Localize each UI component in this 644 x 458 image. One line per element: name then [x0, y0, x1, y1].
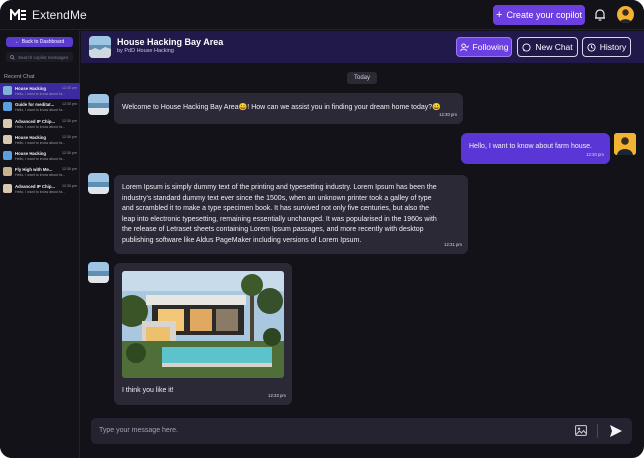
message-text: Lorem Ipsum is simply dummy text of the …: [122, 183, 437, 246]
recent-chat-item[interactable]: Fly High with Me... Hello, I want to know…: [0, 164, 80, 180]
bot-avatar: [88, 173, 109, 194]
create-copilot-button[interactable]: + Create your copilot: [493, 5, 585, 25]
history-label: History: [599, 42, 627, 52]
message-input[interactable]: Type your message here.: [99, 427, 178, 434]
chat-item-title: Advanced IP Chip...: [15, 118, 56, 124]
message-line: Lorem Ipsum is simply dummy text of the …: [122, 184, 437, 191]
chat-item-time: 12:30 pm: [62, 86, 77, 90]
message-composer: Type your message here.: [91, 418, 632, 444]
image-attach-icon[interactable]: [575, 425, 587, 436]
chat-item-title: Fly High with Me...: [15, 167, 53, 173]
chat-item-preview: Hello, I want to know about fa...: [15, 189, 66, 194]
recent-chat-label: Recent Chat: [4, 74, 35, 80]
message-time: 12:33 pm: [268, 392, 286, 398]
recent-chat-item[interactable]: Advanced IP Chip... Hello, I want to know…: [0, 116, 80, 132]
following-button[interactable]: Following: [456, 37, 512, 57]
chat-thumbnail: [3, 86, 12, 95]
recent-chat-item[interactable]: Guide for meditat... Hello, I want to kno…: [0, 99, 80, 115]
message-time: 12:31 pm: [444, 241, 462, 247]
create-copilot-label: Create your copilot: [506, 10, 582, 20]
chat-item-time: 12:30 pm: [62, 167, 77, 172]
message-line: and scrambled it to make a type specimen…: [122, 205, 429, 212]
house-image[interactable]: [122, 271, 284, 378]
chat-thumbnail: [3, 183, 12, 193]
message-text: Welcome to House Hacking Bay Area😀! How …: [122, 104, 441, 111]
copilot-avatar: [89, 36, 111, 58]
chat-subtitle: by PdD House Hacking: [117, 48, 174, 54]
chat-item-time: 12:30 pm: [62, 183, 77, 188]
message-time: 12:30 pm: [439, 111, 457, 117]
back-to-dashboard-button[interactable]: ← Back to Dashboard: [6, 37, 73, 47]
message-text: Hello, I want to know about farm house.: [469, 143, 592, 150]
user-avatar[interactable]: [617, 6, 634, 23]
recent-chat-item[interactable]: House Hacking Hello, I want to know about…: [0, 132, 80, 148]
recent-chat-item[interactable]: Advanced IP Chip... Hello, I want to know…: [0, 181, 80, 197]
chat-item-preview: Hello, I want to know about fa...: [15, 157, 66, 162]
chat-item-title: Advanced IP Chip...: [15, 183, 56, 189]
following-icon: [459, 42, 469, 51]
chat-item-preview: Hello, I want to know about fa...: [15, 92, 66, 96]
message-line: leap into electronic typesetting, remain…: [122, 215, 437, 223]
following-label: Following: [472, 42, 509, 52]
chat-item-preview: Hello, I want to know about fa...: [15, 124, 66, 129]
back-arrow-icon: ←: [14, 39, 20, 45]
chat-thumbnail: [3, 134, 12, 144]
history-icon: [587, 42, 596, 52]
date-divider: Today: [347, 72, 377, 84]
bot-message: Welcome to House Hacking Bay Area😀! How …: [114, 93, 463, 124]
back-to-dashboard-label: Back to Dashboard: [21, 39, 65, 45]
message-line: the release of Letraset sheets containin…: [122, 226, 424, 233]
bot-avatar: [88, 262, 109, 283]
chat-item-time: 12:30 pm: [62, 151, 77, 156]
search-icon: [10, 54, 15, 60]
user-message-avatar: [614, 133, 636, 155]
chat-thumbnail: [3, 151, 12, 161]
chat-item-time: 12:30 pm: [62, 118, 77, 123]
plus-icon: +: [496, 8, 503, 21]
chat-thumbnail: [3, 102, 12, 112]
chat-item-preview: Hello, I want to know about fa...: [15, 108, 66, 113]
composer-divider: [597, 424, 598, 438]
sidebar-search-input[interactable]: Search copilot messages: [18, 55, 68, 60]
extendme-logo-icon: [10, 9, 26, 20]
history-button[interactable]: History: [582, 37, 631, 57]
user-message: Hello, I want to know about farm house. …: [461, 133, 610, 164]
avatar-person-icon: [619, 9, 632, 23]
new-chat-label: New Chat: [535, 42, 573, 52]
sidebar: ← Back to Dashboard Search copilot messa…: [0, 31, 80, 458]
chat-item-preview: Hello, I want to know about fa...: [15, 173, 66, 178]
recent-chat-item[interactable]: House Hacking Hello, I want to know about…: [0, 148, 80, 164]
message-line: publishing software like Aldus PageMaker…: [122, 236, 362, 244]
chat-item-title: House Hacking: [15, 134, 47, 140]
chat-item-time: 12:30 pm: [62, 102, 77, 107]
chat-thumbnail: [3, 118, 12, 128]
recent-chat-list: House Hacking Hello, I want to know about…: [0, 83, 80, 197]
bot-image-message: I think you like it! 12:33 pm: [114, 263, 292, 405]
chat-header: House Hacking Bay Area by PdD House Hack…: [81, 31, 644, 63]
brand[interactable]: ExtendMe: [10, 8, 87, 22]
chat-thumbnail: [3, 167, 12, 177]
message-line: industry's standard dummy text ever sinc…: [122, 194, 432, 202]
brand-name: ExtendMe: [32, 8, 87, 22]
chat-item-time: 12:30 pm: [62, 134, 77, 139]
chat-item-title: Guide for meditat...: [15, 102, 55, 108]
message-time: 12:30 pm: [586, 151, 604, 157]
chat-item-title: House Hacking: [15, 151, 47, 157]
message-text: I think you like it!: [122, 387, 174, 394]
bot-avatar: [88, 94, 109, 115]
bell-icon[interactable]: [593, 8, 607, 22]
chat-title: House Hacking Bay Area: [117, 37, 224, 47]
chat-item-title: House Hacking: [15, 86, 47, 91]
top-bar: ExtendMe + Create your copilot: [0, 0, 644, 30]
chat-item-preview: Hello, I want to know about fa...: [15, 140, 66, 145]
sidebar-search[interactable]: Search copilot messages: [6, 52, 73, 62]
app-window: ExtendMe + Create your copilot ← Back to…: [0, 0, 644, 458]
new-chat-button[interactable]: New Chat: [517, 37, 578, 57]
chat-bubble-icon: [522, 42, 531, 52]
send-icon[interactable]: [609, 424, 623, 438]
bot-message: Lorem Ipsum is simply dummy text of the …: [114, 175, 468, 254]
recent-chat-item[interactable]: House Hacking Hello, I want to know about…: [0, 83, 80, 100]
